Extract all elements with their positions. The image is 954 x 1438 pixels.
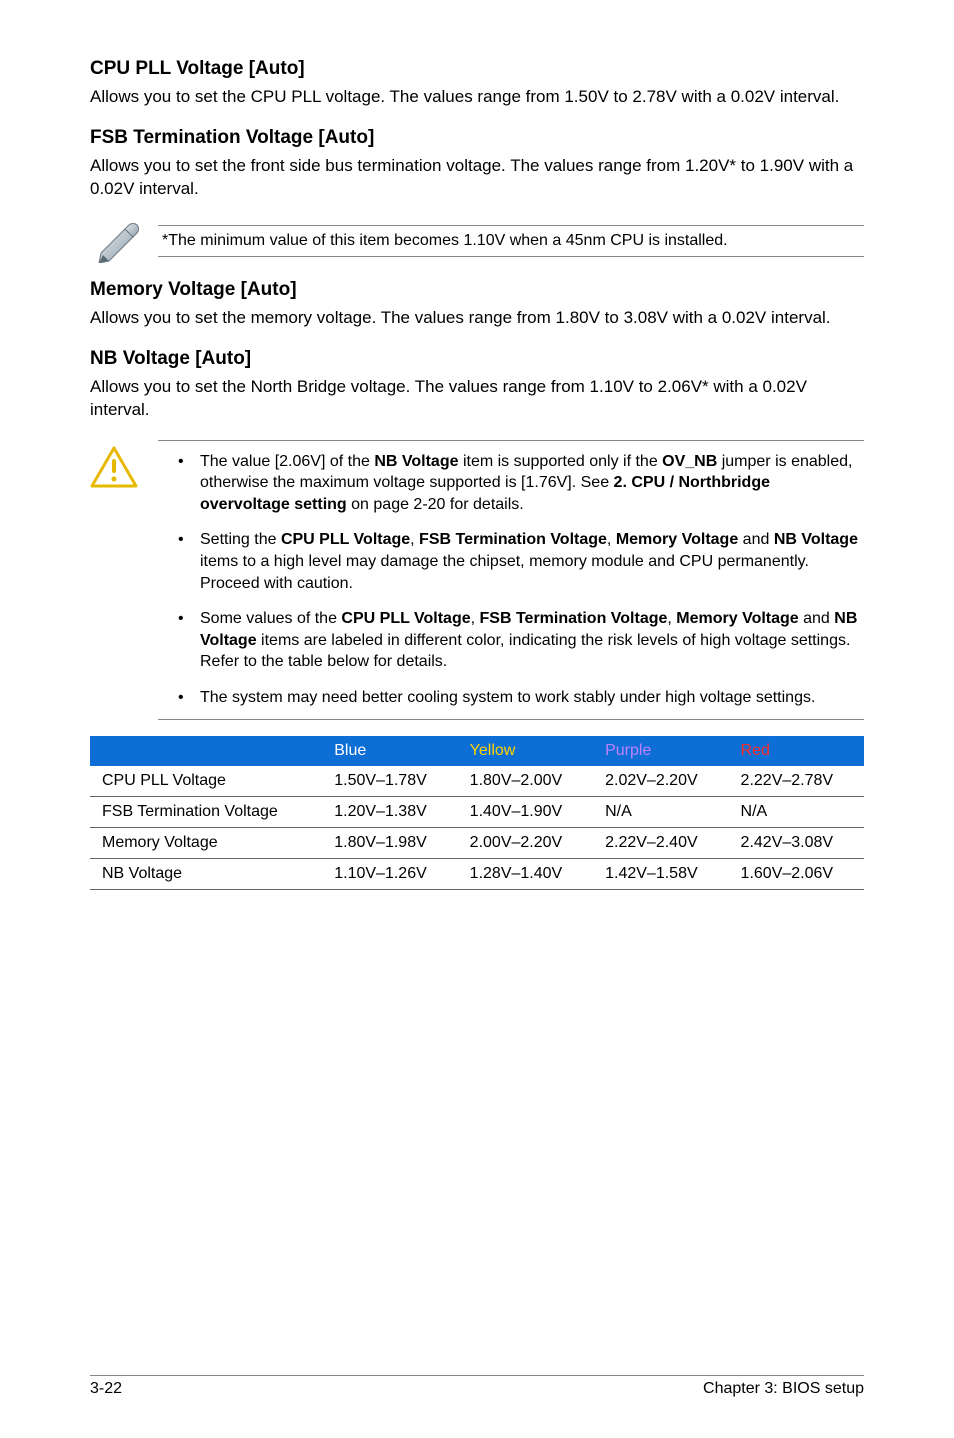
warning-item: The system may need better cooling syste…: [178, 687, 858, 709]
table-header-red: Red: [729, 736, 864, 766]
table-cell: 1.10V–1.26V: [322, 858, 457, 889]
caution-icon: [90, 440, 148, 720]
chapter-label: Chapter 3: BIOS setup: [703, 1380, 864, 1398]
heading-cpu-pll: CPU PLL Voltage [Auto]: [90, 58, 864, 80]
table-row: NB Voltage 1.10V–1.26V 1.28V–1.40V 1.42V…: [90, 858, 864, 889]
table-cell: 1.80V–2.00V: [458, 766, 593, 797]
warning-item: The value [2.06V] of the NB Voltage item…: [178, 451, 858, 516]
table-header-blue: Blue: [322, 736, 457, 766]
table-cell-label: CPU PLL Voltage: [90, 766, 322, 797]
table-header-purple: Purple: [593, 736, 728, 766]
note-text: *The minimum value of this item becomes …: [162, 232, 860, 250]
body-nb: Allows you to set the North Bridge volta…: [90, 376, 864, 422]
table-cell-label: FSB Termination Voltage: [90, 796, 322, 827]
voltage-color-table: Blue Yellow Purple Red CPU PLL Voltage 1…: [90, 736, 864, 890]
heading-fsb: FSB Termination Voltage [Auto]: [90, 127, 864, 149]
table-cell: 1.80V–1.98V: [322, 827, 457, 858]
table-cell-label: NB Voltage: [90, 858, 322, 889]
body-fsb: Allows you to set the front side bus ter…: [90, 155, 864, 201]
table-cell: 1.42V–1.58V: [593, 858, 728, 889]
table-cell: 2.00V–2.20V: [458, 827, 593, 858]
body-memory: Allows you to set the memory voltage. Th…: [90, 307, 864, 330]
table-cell: 1.40V–1.90V: [458, 796, 593, 827]
note-callout: *The minimum value of this item becomes …: [90, 219, 864, 263]
warning-item: Setting the CPU PLL Voltage, FSB Termina…: [178, 529, 858, 594]
table-cell: 1.50V–1.78V: [322, 766, 457, 797]
page-footer: 3-22 Chapter 3: BIOS setup: [90, 1375, 864, 1398]
table-cell: N/A: [593, 796, 728, 827]
table-cell: 1.20V–1.38V: [322, 796, 457, 827]
table-cell: 1.60V–2.06V: [729, 858, 864, 889]
body-cpu-pll: Allows you to set the CPU PLL voltage. T…: [90, 86, 864, 109]
table-cell-label: Memory Voltage: [90, 827, 322, 858]
page-number: 3-22: [90, 1380, 122, 1398]
table-cell: 2.22V–2.40V: [593, 827, 728, 858]
table-row: Memory Voltage 1.80V–1.98V 2.00V–2.20V 2…: [90, 827, 864, 858]
table-row: FSB Termination Voltage 1.20V–1.38V 1.40…: [90, 796, 864, 827]
warning-callout: The value [2.06V] of the NB Voltage item…: [90, 440, 864, 720]
warning-item: Some values of the CPU PLL Voltage, FSB …: [178, 608, 858, 673]
table-row: CPU PLL Voltage 1.50V–1.78V 1.80V–2.00V …: [90, 766, 864, 797]
pencil-icon: [90, 219, 148, 263]
table-cell: 2.42V–3.08V: [729, 827, 864, 858]
table-cell: 2.02V–2.20V: [593, 766, 728, 797]
table-cell: 2.22V–2.78V: [729, 766, 864, 797]
heading-nb: NB Voltage [Auto]: [90, 348, 864, 370]
table-header-blank: [90, 736, 322, 766]
table-cell: N/A: [729, 796, 864, 827]
table-cell: 1.28V–1.40V: [458, 858, 593, 889]
heading-memory: Memory Voltage [Auto]: [90, 279, 864, 301]
table-header-yellow: Yellow: [458, 736, 593, 766]
